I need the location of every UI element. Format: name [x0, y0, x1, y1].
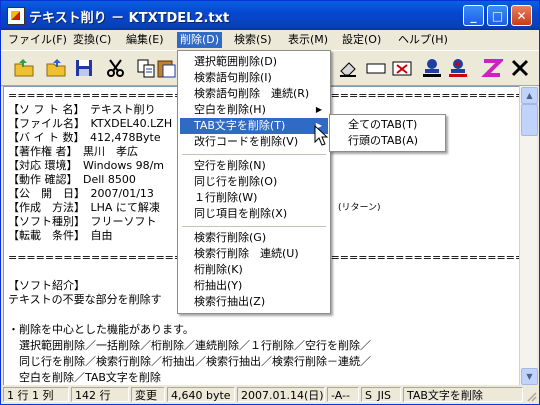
menu-bar: ファイル(F) 変換(C) 編集(E) 削除(D) 検索(S) 表示(M) 設定…: [1, 30, 539, 50]
menu-item-label: 桁削除(K): [194, 263, 243, 276]
editor-line: 【ソフト紹介】: [8, 279, 85, 292]
status-lines: 142 行: [71, 387, 129, 402]
minimize-button[interactable]: _: [463, 5, 484, 26]
menu-item-delete-search-lines[interactable]: 検索行削除(G): [180, 230, 328, 246]
menu-item-label: 検索語句削除 連続(R): [194, 87, 310, 100]
save-icon[interactable]: [73, 57, 95, 79]
scroll-thumb[interactable]: [521, 104, 538, 136]
menu-item-extract-columns[interactable]: 桁抽出(Y): [180, 278, 328, 294]
submenu-arrow-icon: ▶: [315, 105, 322, 114]
menu-item-label: １行削除(W): [194, 191, 258, 204]
copy-icon[interactable]: [135, 57, 157, 79]
editor-line: 選択範囲削除／一括削除／桁削除／連続削除／１行削除／空行を削除／: [8, 339, 371, 352]
menu-settings[interactable]: 設定(O): [339, 32, 384, 48]
menu-search[interactable]: 検索(S): [231, 32, 275, 48]
rectangle-icon[interactable]: [365, 57, 387, 79]
menu-item-delete-duplicate-lines[interactable]: 同じ行を削除(O): [180, 174, 328, 190]
menu-item-label: 空行を削除(N): [194, 159, 266, 172]
resize-grip-icon[interactable]: [525, 390, 537, 402]
main-window: テキスト削り － KTXTDEL2.txt _ □ ✕ ファイル(F) 変換(C…: [0, 0, 540, 405]
mouse-cursor-icon: [314, 125, 328, 146]
app-icon: [7, 7, 25, 25]
editor-line: 【動作 確認】 Dell 8500: [8, 173, 136, 186]
editor-line: 【著作権 者】 黒川 孝広: [8, 145, 138, 158]
menu-item-label: 改行コードを削除(V): [194, 135, 299, 148]
menu-item-label: 検索行削除 連続(U): [194, 247, 299, 260]
menu-item-delete-one-line[interactable]: １行削除(W): [180, 190, 328, 206]
cut-icon[interactable]: [105, 57, 127, 79]
menu-view[interactable]: 表示(M): [285, 32, 331, 48]
menu-item-label: 検索行抽出(Z): [194, 295, 266, 308]
scroll-down-button[interactable]: ▼: [521, 368, 538, 385]
menu-item-delete-whitespace[interactable]: 空白を削除(H) ▶: [180, 102, 328, 118]
submenu-item-leading-tabs[interactable]: 行頭のTAB(A): [332, 133, 442, 149]
menu-delete[interactable]: 削除(D): [177, 32, 223, 48]
editor-line: 【ソフト種別】 フリーソフト: [8, 215, 157, 228]
tab-delete-submenu: 全てのTAB(T) 行頭のTAB(A): [329, 114, 446, 152]
submenu-item-all-tabs[interactable]: 全てのTAB(T): [332, 117, 442, 133]
editor-line: 【転載 条件】 自由: [8, 229, 113, 242]
editor-line: 【ファイル名】 KTXDEL40.LZH: [8, 117, 173, 130]
scroll-up-button[interactable]: ▲: [521, 87, 538, 104]
status-bar: 1 行 1 列 142 行 変更 4,640 byte 2007.01.14(日…: [1, 385, 539, 404]
menu-item-label: TAB文字を削除(T): [194, 119, 286, 132]
title-bar[interactable]: テキスト削り － KTXTDEL2.txt _ □ ✕: [1, 1, 539, 30]
status-modified: 変更: [131, 387, 165, 402]
menu-item-search-word-delete-continuous[interactable]: 検索語句削除 連続(R): [180, 86, 328, 102]
menu-item-delete-tab[interactable]: TAB文字を削除(T) ▶: [180, 118, 328, 134]
vertical-scrollbar[interactable]: ▲ ▼: [519, 86, 538, 385]
open-folder-icon[interactable]: [13, 57, 35, 79]
menu-item-label: 同じ行を削除(O): [194, 175, 278, 188]
stamp-red-icon[interactable]: [447, 57, 469, 79]
menu-item-selection-delete[interactable]: 選択範囲削除(D): [180, 54, 328, 70]
menu-convert[interactable]: 変換(C): [70, 32, 114, 48]
editor-line-suffix: (リターン): [338, 203, 381, 213]
editor-line: 同じ行を削除／検索行削除／桁抽出／検索行抽出／検索行削除－連続／: [8, 355, 371, 368]
window-title: テキスト削り － KTXTDEL2.txt: [29, 11, 230, 26]
paste-icon[interactable]: [155, 57, 177, 79]
z-icon[interactable]: [481, 57, 503, 79]
editor-line: テキストの不要な部分を削除す: [8, 293, 162, 306]
maximize-button[interactable]: □: [487, 5, 508, 26]
status-size: 4,640 byte: [167, 387, 235, 402]
menu-item-label: 検索語句削除(I): [194, 71, 272, 84]
delete-rect-icon[interactable]: [391, 57, 413, 79]
open-folder-icon[interactable]: [45, 57, 67, 79]
menu-edit[interactable]: 編集(E): [123, 32, 167, 48]
status-message: TAB文字を削除: [403, 387, 523, 402]
stamp-icon[interactable]: [421, 57, 443, 79]
menu-item-delete-duplicate-items[interactable]: 同じ項目を削除(X): [180, 206, 328, 222]
menu-item-label: 選択範囲削除(D): [194, 55, 278, 68]
menu-item-search-word-delete[interactable]: 検索語句削除(I): [180, 70, 328, 86]
menu-item-label: 桁抽出(Y): [194, 279, 243, 292]
editor-line: ・削除を中心とした機能があります。: [8, 323, 194, 336]
status-date: 2007.01.14(日): [237, 387, 325, 402]
menu-item-label: 同じ項目を削除(X): [194, 207, 288, 220]
editor-line: 【バ イ ト 数】 412,478Byte: [8, 131, 161, 144]
close-button[interactable]: ✕: [511, 5, 532, 26]
editor-line: 【作成 方法】 LHA にて解凍: [8, 201, 160, 214]
status-position: 1 行 1 列: [3, 387, 69, 402]
menu-file[interactable]: ファイル(F): [5, 32, 70, 48]
delete-menu-dropdown: 選択範囲削除(D) 検索語句削除(I) 検索語句削除 連続(R) 空白を削除(H…: [177, 50, 331, 314]
menu-help[interactable]: ヘルプ(H): [395, 32, 451, 48]
editor-line: 【公 開 日】 2007/01/13: [8, 187, 154, 200]
status-encoding: S_JIS: [361, 387, 401, 402]
editor-line: 【対応 環境】 Windows 98/m: [8, 159, 165, 172]
menu-item-label: 検索行削除(G): [194, 231, 267, 244]
status-mode: -A--: [327, 387, 359, 402]
menu-separator: [182, 154, 326, 155]
menu-item-delete-columns[interactable]: 桁削除(K): [180, 262, 328, 278]
eraser-icon[interactable]: [337, 57, 359, 79]
close-x-icon[interactable]: [509, 57, 531, 79]
menu-item-delete-newline[interactable]: 改行コードを削除(V): [180, 134, 328, 150]
menu-separator: [182, 226, 326, 227]
menu-item-delete-search-lines-continuous[interactable]: 検索行削除 連続(U): [180, 246, 328, 262]
editor-line: 【ソ フ ト 名】 テキスト削り: [8, 103, 156, 116]
menu-item-delete-empty-lines[interactable]: 空行を削除(N): [180, 158, 328, 174]
menu-item-label: 空白を削除(H): [194, 103, 266, 116]
menu-item-extract-search-lines[interactable]: 検索行抽出(Z): [180, 294, 328, 310]
editor-line: 空白を削除／TAB文字を削除: [8, 371, 161, 384]
